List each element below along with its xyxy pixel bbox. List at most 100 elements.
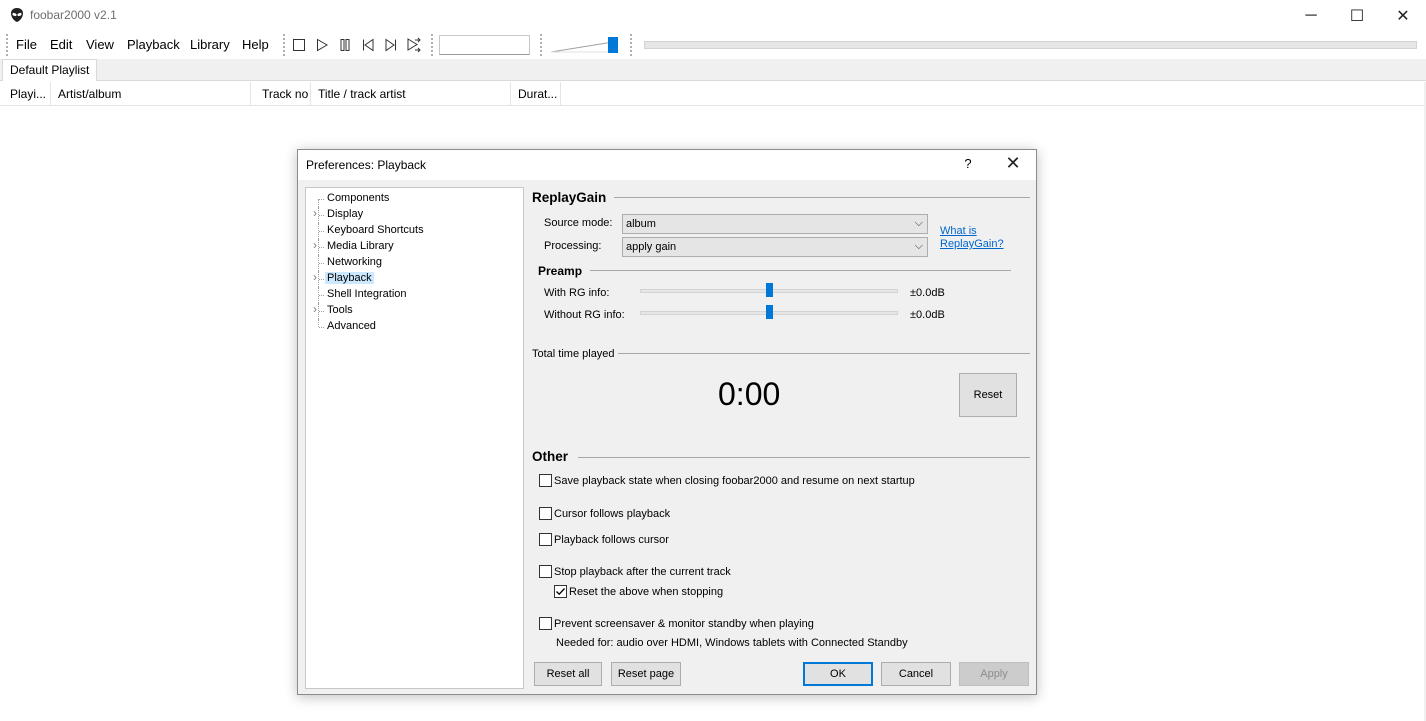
reset-above-label[interactable]: Reset the above when stopping <box>569 586 723 598</box>
chevron-right-icon[interactable]: › <box>313 302 317 316</box>
tree-connector <box>319 263 324 264</box>
with-rg-slider-thumb[interactable] <box>765 283 773 297</box>
toolbar-grip[interactable] <box>431 34 434 56</box>
stop-icon[interactable] <box>290 36 308 54</box>
needed-for-note: Needed for: audio over HDMI, Windows tab… <box>556 637 908 649</box>
volume-slider[interactable] <box>550 36 626 57</box>
help-icon[interactable]: ? <box>958 156 978 171</box>
save-state-label[interactable]: Save playback state when closing foobar2… <box>554 475 915 487</box>
column-artist-album[interactable]: Artist/album <box>51 82 251 106</box>
tree-item-networking[interactable]: Networking <box>306 255 523 271</box>
menu-edit[interactable]: Edit <box>50 37 72 52</box>
seek-bar[interactable] <box>644 41 1417 49</box>
column-playing[interactable]: Playi... <box>0 82 51 106</box>
source-mode-label: Source mode: <box>544 217 613 229</box>
tree-item-display[interactable]: › Display <box>306 206 523 223</box>
random-icon[interactable] <box>405 36 423 54</box>
menu-view[interactable]: View <box>86 37 114 52</box>
tab-default-playlist[interactable]: Default Playlist <box>2 59 98 81</box>
tree-item-media-library[interactable]: › Media Library <box>306 238 523 255</box>
chevron-right-icon[interactable]: › <box>313 206 317 220</box>
prevent-screensaver-checkbox[interactable] <box>539 617 552 630</box>
tree-item-advanced[interactable]: Advanced <box>306 319 523 335</box>
processing-combo[interactable]: apply gain ⌵ <box>622 237 928 257</box>
cursor-follows-label[interactable]: Cursor follows playback <box>554 508 670 520</box>
prevent-screensaver-label[interactable]: Prevent screensaver & monitor standby wh… <box>554 618 814 630</box>
link-line-1[interactable]: What is <box>940 225 1004 238</box>
apply-button[interactable]: Apply <box>959 662 1029 686</box>
playback-follows-checkbox[interactable] <box>539 533 552 546</box>
reset-all-button[interactable]: Reset all <box>534 662 602 686</box>
reset-above-checkbox[interactable] <box>554 585 567 598</box>
playback-follows-label[interactable]: Playback follows cursor <box>554 534 669 546</box>
tree-item-label: Advanced <box>327 320 376 332</box>
tree-item-playback[interactable]: › Playback <box>306 270 523 287</box>
alien-logo-icon <box>9 7 25 23</box>
cancel-button[interactable]: Cancel <box>881 662 951 686</box>
tree-item-label: Media Library <box>327 240 394 252</box>
tree-connector <box>319 279 324 280</box>
maximize-button[interactable]: ☐ <box>1334 0 1380 31</box>
link-line-2[interactable]: ReplayGain? <box>940 238 1004 251</box>
window-title: foobar2000 v2.1 <box>30 8 117 22</box>
save-state-checkbox[interactable] <box>539 474 552 487</box>
toolbar-grip[interactable] <box>283 34 286 56</box>
without-rg-value: ±0.0dB <box>910 309 945 321</box>
what-is-replaygain-link[interactable]: What is ReplayGain? <box>940 225 1004 251</box>
chevron-right-icon[interactable]: › <box>313 270 317 284</box>
without-rg-slider-thumb[interactable] <box>765 305 773 319</box>
divider <box>590 270 1011 271</box>
total-time-heading: Total time played <box>532 348 615 360</box>
tree-item-keyboard-shortcuts[interactable]: Keyboard Shortcuts <box>306 223 523 239</box>
tree-connector <box>319 311 324 312</box>
preferences-tree: Components › Display Keyboard Shortcuts › Med… <box>305 187 524 689</box>
dialog-title-bar: Preferences: Playback ? ✕ <box>298 150 1036 180</box>
menu-playback[interactable]: Playback <box>127 37 180 52</box>
toolbar-grip[interactable] <box>6 34 9 56</box>
with-rg-label: With RG info: <box>544 287 610 299</box>
column-title-artist[interactable]: Title / track artist <box>311 82 511 106</box>
toolbar-grip[interactable] <box>630 34 633 56</box>
next-icon[interactable] <box>382 36 400 54</box>
tree-connector <box>319 215 324 216</box>
chevron-down-icon: ⌵ <box>914 217 923 229</box>
tree-item-shell-integration[interactable]: Shell Integration <box>306 287 523 303</box>
processing-value: apply gain <box>626 241 677 253</box>
cursor-follows-checkbox[interactable] <box>539 507 552 520</box>
close-button[interactable]: ✕ <box>1380 0 1426 31</box>
ok-button[interactable]: OK <box>803 662 873 686</box>
menu-help[interactable]: Help <box>242 37 269 52</box>
preamp-heading: Preamp <box>538 264 583 278</box>
column-track-no[interactable]: Track no <box>251 82 311 106</box>
checkmark-icon <box>556 588 565 596</box>
menu-file[interactable]: File <box>16 37 37 52</box>
source-mode-combo[interactable]: album ⌵ <box>622 214 928 234</box>
volume-slider-thumb <box>608 37 618 53</box>
tree-connector <box>318 199 319 207</box>
toolbar-grip[interactable] <box>540 34 543 56</box>
chevron-down-icon: ⌵ <box>914 240 923 252</box>
tree-connector <box>319 199 324 200</box>
divider <box>578 457 1030 458</box>
column-duration[interactable]: Durat... <box>511 82 561 106</box>
dialog-close-icon[interactable]: ✕ <box>998 153 1028 174</box>
minimize-button[interactable]: ─ <box>1288 0 1334 31</box>
menu-library[interactable]: Library <box>190 37 230 52</box>
tree-item-tools[interactable]: › Tools <box>306 302 523 319</box>
chevron-right-icon[interactable]: › <box>313 238 317 252</box>
playlist-tabs <box>0 59 1426 81</box>
play-icon[interactable] <box>313 36 331 54</box>
tree-item-label: Shell Integration <box>327 288 407 300</box>
previous-icon[interactable] <box>359 36 377 54</box>
stop-after-checkbox[interactable] <box>539 565 552 578</box>
tree-item-components[interactable]: Components <box>306 191 523 207</box>
tree-item-label: Networking <box>327 256 383 268</box>
reset-page-button[interactable]: Reset page <box>611 662 681 686</box>
title-bar: foobar2000 v2.1 ─ ☐ ✕ <box>0 0 1426 31</box>
stop-after-label[interactable]: Stop playback after the current track <box>554 566 731 578</box>
without-rg-label: Without RG info: <box>544 309 625 321</box>
pause-icon[interactable] <box>336 36 354 54</box>
reset-time-button[interactable]: Reset <box>959 373 1017 417</box>
divider <box>618 353 1030 354</box>
tree-connector <box>319 327 324 328</box>
